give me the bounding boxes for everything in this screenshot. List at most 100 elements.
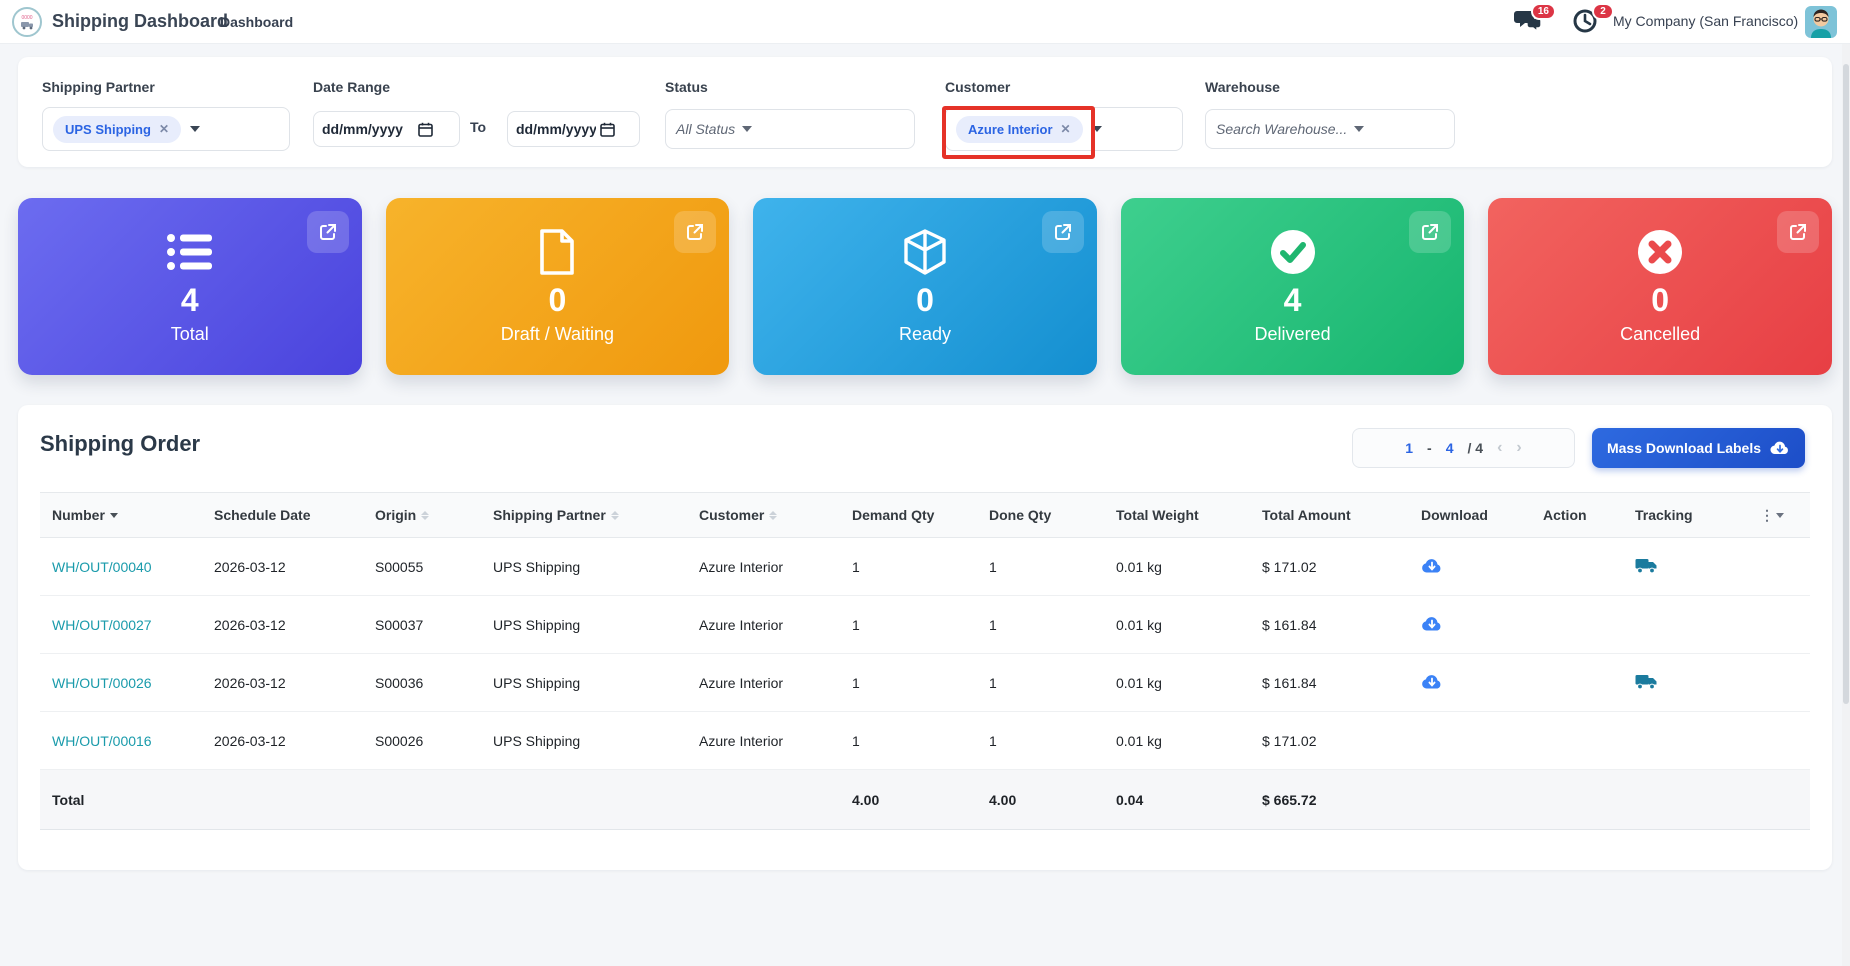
shipping-partner-cell: UPS Shipping <box>493 733 699 749</box>
status-select[interactable]: All Status <box>665 109 915 149</box>
open-external-button[interactable] <box>1042 211 1084 253</box>
order-number-link[interactable]: WH/OUT/00027 <box>52 617 152 633</box>
filter-warehouse: Warehouse Search Warehouse... <box>1205 57 1455 167</box>
total-label: Total <box>40 792 214 808</box>
col-header-shipping-partner[interactable]: Shipping Partner <box>493 507 699 523</box>
table-row: WH/OUT/00040 2026-03-12 S00055 UPS Shipp… <box>40 538 1810 596</box>
pager-total: / 4 <box>1468 440 1484 456</box>
col-header-done-qty[interactable]: Done Qty <box>989 507 1116 523</box>
chevron-down-icon[interactable] <box>742 126 752 132</box>
messages-button[interactable]: 16 <box>1514 8 1544 38</box>
open-external-button[interactable] <box>1777 211 1819 253</box>
shipping-partner-tag[interactable]: UPS Shipping ✕ <box>53 116 181 143</box>
shipping-partner-cell: UPS Shipping <box>493 559 699 575</box>
col-header-total-amount[interactable]: Total Amount <box>1262 507 1421 523</box>
open-external-button[interactable] <box>1409 211 1451 253</box>
stat-value: 4 <box>1284 284 1302 316</box>
total-weight-cell: 0.01 kg <box>1116 675 1262 691</box>
customer-cell: Azure Interior <box>699 559 852 575</box>
download-cloud-icon[interactable] <box>1421 673 1443 690</box>
open-external-button[interactable] <box>674 211 716 253</box>
filter-status: Status All Status <box>665 57 915 167</box>
origin-cell: S00036 <box>375 675 493 691</box>
pager-separator: - <box>1427 440 1432 456</box>
customer-tag[interactable]: Azure Interior ✕ <box>956 116 1083 143</box>
table-header-row: Number Schedule Date Origin Shipping Par… <box>40 492 1810 538</box>
date-to-input[interactable] <box>516 121 596 137</box>
chevron-down-icon[interactable] <box>1092 126 1102 132</box>
user-avatar[interactable] <box>1805 6 1837 38</box>
customer-select[interactable]: Azure Interior ✕ <box>945 107 1183 151</box>
calendar-icon[interactable] <box>600 122 615 137</box>
customer-label: Customer <box>945 79 1010 95</box>
col-header-customer[interactable]: Customer <box>699 507 852 523</box>
stat-card-ready[interactable]: 0 Ready <box>753 198 1097 375</box>
warehouse-search[interactable]: Search Warehouse... <box>1205 109 1455 149</box>
stat-cards-row: 4 Total 0 Draft / Waiting 0 Ready <box>18 198 1832 375</box>
activities-button[interactable]: 2 <box>1572 8 1602 38</box>
col-header-origin[interactable]: Origin <box>375 507 493 523</box>
total-weight-cell: 0.01 kg <box>1116 617 1262 633</box>
col-header-total-weight[interactable]: Total Weight <box>1116 507 1262 523</box>
stat-value: 4 <box>181 284 199 316</box>
remove-tag-icon[interactable]: ✕ <box>159 122 169 136</box>
col-header-demand-qty[interactable]: Demand Qty <box>852 507 989 523</box>
total-amount-cell: $ 161.84 <box>1262 617 1421 633</box>
total-weight-cell: 0.01 kg <box>1116 733 1262 749</box>
company-switcher[interactable]: My Company (San Francisco) <box>1613 13 1798 29</box>
stat-card-total[interactable]: 4 Total <box>18 198 362 375</box>
stat-card-delivered[interactable]: 4 Delivered <box>1121 198 1465 375</box>
tracking-truck-icon[interactable] <box>1635 673 1658 690</box>
chevron-down-icon[interactable] <box>190 126 200 132</box>
download-cloud-icon[interactable] <box>1421 557 1443 574</box>
pager-next-icon[interactable]: › <box>1516 439 1521 457</box>
done-qty-cell: 1 <box>989 617 1116 633</box>
stat-label: Draft / Waiting <box>501 324 614 345</box>
list-icon <box>166 228 214 276</box>
pager-prev-icon[interactable]: ‹ <box>1497 439 1502 457</box>
filter-shipping-partner: Shipping Partner UPS Shipping ✕ <box>42 57 290 167</box>
date-from-field[interactable] <box>313 111 460 147</box>
col-header-number[interactable]: Number <box>40 507 214 523</box>
origin-cell: S00037 <box>375 617 493 633</box>
table-row: WH/OUT/00027 2026-03-12 S00037 UPS Shipp… <box>40 596 1810 654</box>
scrollbar-thumb[interactable] <box>1843 64 1849 704</box>
demand-qty-cell: 1 <box>852 617 989 633</box>
pager-end[interactable]: 4 <box>1446 440 1454 456</box>
nav-dashboard[interactable]: Dashboard <box>220 14 293 30</box>
open-external-button[interactable] <box>307 211 349 253</box>
shipping-partner-select[interactable]: UPS Shipping ✕ <box>42 107 290 151</box>
download-cloud-icon[interactable] <box>1421 615 1443 632</box>
column-options-button[interactable]: ⋮ <box>1760 507 1810 524</box>
col-header-schedule-date[interactable]: Schedule Date <box>214 507 375 523</box>
stat-card-draft-waiting[interactable]: 0 Draft / Waiting <box>386 198 730 375</box>
calendar-icon[interactable] <box>418 122 433 137</box>
app-logo-icon[interactable]: 0000 <box>12 7 42 37</box>
stat-label: Total <box>171 324 209 345</box>
order-number-link[interactable]: WH/OUT/00026 <box>52 675 152 691</box>
stat-label: Delivered <box>1255 324 1331 345</box>
stat-card-cancelled[interactable]: 0 Cancelled <box>1488 198 1832 375</box>
chevron-down-icon[interactable] <box>1354 126 1364 132</box>
stat-label: Cancelled <box>1620 324 1700 345</box>
messages-badge: 16 <box>1531 3 1556 20</box>
pager-start[interactable]: 1 <box>1405 440 1413 456</box>
document-icon <box>538 228 576 276</box>
remove-tag-icon[interactable]: ✕ <box>1061 122 1071 136</box>
total-weight-cell: 0.01 kg <box>1116 559 1262 575</box>
page-scrollbar[interactable] <box>1842 44 1850 966</box>
total-amount-cell: $ 171.02 <box>1262 559 1421 575</box>
status-label: Status <box>665 79 708 95</box>
date-to-field[interactable] <box>507 111 640 147</box>
date-from-input[interactable] <box>322 121 414 137</box>
shipping-order-section: Shipping Order 1 - 4 / 4 ‹ › Mass Downlo… <box>18 405 1832 870</box>
order-number-link[interactable]: WH/OUT/00016 <box>52 733 152 749</box>
warehouse-placeholder: Search Warehouse... <box>1216 121 1347 137</box>
mass-download-labels-button[interactable]: Mass Download Labels <box>1592 428 1805 468</box>
order-number-link[interactable]: WH/OUT/00040 <box>52 559 152 575</box>
customer-cell: Azure Interior <box>699 675 852 691</box>
sort-icon <box>611 511 619 520</box>
section-title: Shipping Order <box>40 431 200 457</box>
shipping-partner-cell: UPS Shipping <box>493 617 699 633</box>
tracking-truck-icon[interactable] <box>1635 557 1658 574</box>
